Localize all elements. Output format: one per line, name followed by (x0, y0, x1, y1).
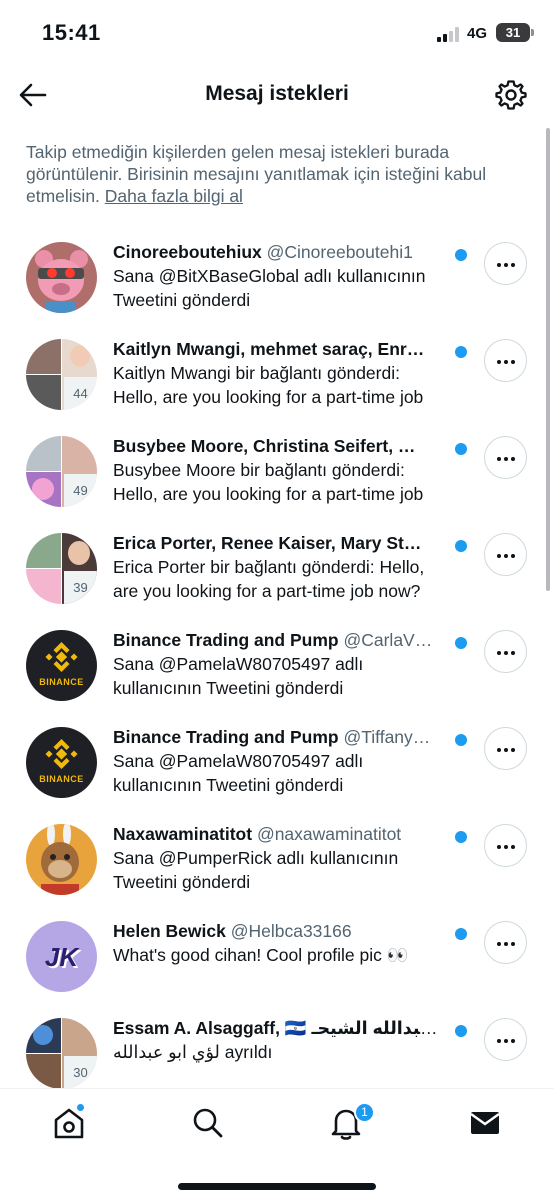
more-options-button[interactable] (484, 824, 527, 867)
pink-bear-avatar[interactable] (26, 242, 97, 313)
group-count: 30 (64, 1056, 97, 1088)
request-row[interactable]: 49 Busybee Moore, Christina Seifert, … B… (0, 424, 554, 521)
unread-dot (455, 346, 467, 358)
unread-dot (455, 1025, 467, 1037)
more-options-button[interactable] (484, 242, 527, 285)
unread-dot (455, 249, 467, 261)
info-description: Takip etmediğin kişilerden gelen mesaj i… (26, 142, 487, 206)
sender-handle: @Helbca33166 (230, 921, 352, 941)
request-row[interactable]: BINANCE Binance Trading and Pump @Tiffan… (0, 715, 554, 812)
mail-icon (470, 1112, 500, 1134)
sender-name: Erica Porter, Renee Kaiser, Mary St… (113, 533, 422, 553)
group-avatar[interactable]: 44 (26, 339, 97, 410)
nav-search[interactable] (188, 1103, 228, 1143)
more-options-button[interactable] (484, 727, 527, 770)
binance-avatar[interactable]: BINANCE (26, 630, 97, 701)
nav-messages[interactable] (465, 1103, 505, 1143)
sender-name: Binance Trading and Pump (113, 727, 339, 747)
message-preview: Sana @PamelaW80705497 adlı kullanıcının … (113, 654, 364, 698)
group-count: 49 (64, 474, 97, 507)
sender-handle: @CarlaV… (343, 630, 433, 650)
sender-name: Binance Trading and Pump (113, 630, 339, 650)
gear-icon (495, 80, 527, 110)
group-count: 39 (64, 571, 97, 604)
binance-avatar[interactable]: BINANCE (26, 727, 97, 798)
group-count: 44 (64, 377, 97, 410)
request-row[interactable]: 39 Erica Porter, Renee Kaiser, Mary St… … (0, 521, 554, 618)
unread-dot (455, 734, 467, 746)
more-options-button[interactable] (484, 921, 527, 964)
message-preview: Busybee Moore bir bağlantı gönderdi: Hel… (113, 460, 424, 504)
message-preview: Sana @PumperRick adlı kullanıcının Tweet… (113, 848, 399, 892)
message-preview: Erica Porter bir bağlantı gönderdi: Hell… (113, 557, 425, 601)
request-row[interactable]: Cinoreeboutehiux @Cinoreeboutehi1 Sana @… (0, 230, 554, 327)
message-preview: لؤي ابو عبدالله ayrıldı (113, 1042, 273, 1062)
request-row[interactable]: 30 Essam A. Alsaggaff, 🇸🇻 عبدالله الشيحـ… (0, 1006, 554, 1088)
unread-dot (455, 443, 467, 455)
sender-name: Naxawaminatitot (113, 824, 253, 844)
message-preview: What's good cihan! Cool profile pic 👀 (113, 945, 409, 965)
request-row[interactable]: JK Helen Bewick @Helbca33166 What's good… (0, 909, 554, 1006)
page-title: Mesaj istekleri (205, 82, 349, 105)
unread-dot (455, 637, 467, 649)
signal-icon (437, 26, 463, 42)
status-time: 15:41 (42, 20, 101, 45)
group-avatar[interactable]: 30 (26, 1018, 97, 1088)
binance-wordmark: BINANCE (39, 774, 84, 784)
binance-wordmark: BINANCE (39, 677, 84, 687)
request-row[interactable]: Naxawaminatitot @naxawaminatitot Sana @P… (0, 812, 554, 909)
sender-name: Helen Bewick (113, 921, 226, 941)
jk-logo: JK (44, 942, 79, 972)
message-preview: Sana @PamelaW80705497 adlı kullanıcının … (113, 751, 364, 795)
bottom-navigation: 1 (0, 1088, 554, 1200)
battery-icon: 31 (496, 23, 534, 42)
status-bar: 15:41 4G 31 (0, 0, 554, 64)
sender-name: Busybee Moore, Christina Seifert, … (113, 436, 416, 456)
header: Mesaj istekleri (0, 64, 554, 124)
more-options-button[interactable] (484, 630, 527, 673)
ape-avatar[interactable] (26, 824, 97, 895)
unread-dot (455, 540, 467, 552)
jk-logo-avatar[interactable]: JK (26, 921, 97, 992)
search-icon (193, 1108, 223, 1138)
sender-name: Essam A. Alsaggaff, 🇸🇻 عبدالله الشيحـ… (113, 1018, 449, 1038)
home-notification-dot (77, 1104, 84, 1111)
group-avatar[interactable]: 39 (26, 533, 97, 604)
message-preview: Sana @BitXBaseGlobal adlı kullanıcının T… (113, 266, 426, 310)
more-options-button[interactable] (484, 1018, 527, 1061)
unread-dot (455, 831, 467, 843)
home-indicator (178, 1183, 376, 1190)
unread-dot (455, 928, 467, 940)
learn-more-link[interactable]: Daha fazla bilgi al (105, 186, 243, 206)
info-text: Takip etmediğin kişilerden gelen mesaj i… (26, 141, 526, 207)
message-preview: Kaitlyn Mwangi bir bağlantı gönderdi: He… (113, 363, 424, 407)
sender-name: Cinoreeboutehiux (113, 242, 262, 262)
group-avatar[interactable]: 49 (26, 436, 97, 507)
more-options-button[interactable] (484, 533, 527, 576)
request-row[interactable]: BINANCE Binance Trading and Pump @CarlaV… (0, 618, 554, 715)
sender-handle: @Tiffany… (343, 727, 431, 747)
sender-handle: @Cinoreeboutehi1 (266, 242, 413, 262)
request-row[interactable]: 44 Kaitlyn Mwangi, mehmet saraç, Enr… Ka… (0, 327, 554, 424)
message-request-list: Cinoreeboutehiux @Cinoreeboutehi1 Sana @… (0, 230, 554, 1088)
notification-badge: 1 (354, 1102, 375, 1123)
settings-button[interactable] (494, 78, 528, 112)
network-type: 4G (467, 25, 488, 42)
more-options-button[interactable] (484, 436, 527, 479)
sender-name: Kaitlyn Mwangi, mehmet saraç, Enr… (113, 339, 425, 359)
more-options-button[interactable] (484, 339, 527, 382)
sender-handle: @naxawaminatitot (256, 824, 402, 844)
